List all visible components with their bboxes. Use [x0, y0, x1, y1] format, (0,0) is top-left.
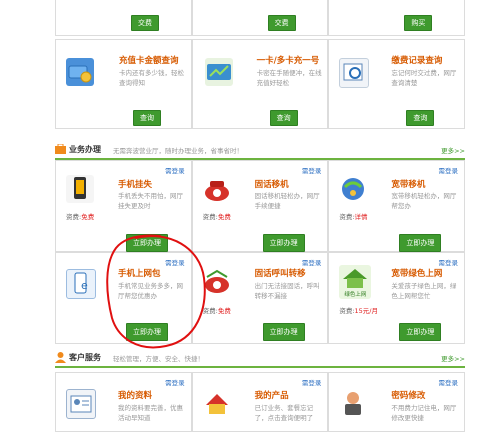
query-card-recharge: 一卡/多卡充一号 卡密在手随便冲，在线充值好轻松 查询 [191, 39, 329, 129]
section-subtitle: 无需奔波营业厅，随时办理业务，省事省时！ [113, 147, 243, 155]
my-products-icon [202, 389, 231, 417]
customer-cards-row: 需登录 我的资料 我的资料要完善，优惠活动早知道 需登录 我的产品 已订业务、套… [55, 372, 465, 432]
svg-text:e: e [81, 279, 88, 292]
customer-card-profile: 需登录 我的资料 我的资料要完善，优惠活动早知道 [55, 372, 192, 432]
need-login-label: 需登录 [301, 379, 322, 387]
card-title[interactable]: 固话移机 [255, 178, 289, 190]
query-cards-row: 充值卡金额查询 卡内还有多少钱，轻松查询得知 查询 一卡/多卡充一号 卡密在手随… [55, 39, 465, 129]
business-section-header: 业务办理 无需奔波营业厅，随时办理业务，省事省时！ 更多>> [55, 143, 465, 160]
landline-move-icon [202, 175, 231, 203]
top-card-3: 购买 [328, 0, 465, 36]
fee-value: 详情 [354, 213, 368, 221]
need-login-label: 需登录 [165, 379, 185, 387]
card-title[interactable]: 宽带绿色上网 [391, 267, 442, 279]
section-subtitle: 轻松管理，方便、安全、快捷！ [113, 355, 204, 363]
card-title[interactable]: 缴费记录查询 [391, 54, 442, 66]
briefcase-icon [55, 143, 66, 154]
card-title[interactable]: 固话呼叫转移 [255, 267, 306, 279]
customer-section-header: 客户服务 轻松管理，方便、安全、快捷！ 更多>> [55, 352, 465, 368]
phone-lost-icon [66, 175, 94, 203]
card-title[interactable]: 我的产品 [255, 389, 289, 401]
card-desc: 固话移机轻松办，网厅手续便捷 [254, 192, 320, 210]
fee-info: 资费:免费 [66, 211, 94, 221]
section-title: 客户服务 [69, 353, 101, 362]
fee-info: 资费:免费 [203, 211, 231, 221]
green-internet-icon: 绿色上网 [339, 265, 372, 299]
query-card-records: 缴费记录查询 忘记何时交过费，网厅查询清楚 查询 [328, 39, 465, 129]
green-internet-icon-text: 绿色上网 [344, 292, 367, 298]
card-desc: 宽带移机轻松办，网厅帮您办 [391, 192, 457, 210]
apply-now-button[interactable]: 立即办理 [399, 234, 442, 252]
card-desc: 卡内还有多少钱，轻松查询得知 [119, 69, 184, 87]
multi-card-recharge-icon [204, 58, 233, 86]
query-card-balance: 充值卡金额查询 卡内还有多少钱，轻松查询得知 查询 [55, 39, 192, 129]
section-divider [55, 366, 465, 368]
fee-value: 免费 [217, 213, 231, 221]
card-desc: 关爱孩子绿色上网，绿色上网帮您忙 [391, 282, 457, 300]
fee-value: 免费 [217, 307, 231, 315]
top-card-2: 交费 [191, 0, 329, 36]
pay-button-1[interactable]: 交费 [131, 15, 159, 31]
more-link[interactable]: 更多>> [441, 353, 465, 363]
card-desc: 我的资料要完善，优惠活动早知道 [118, 404, 183, 422]
card-title[interactable]: 宽带移机 [391, 178, 425, 190]
card-desc: 手机丢失不用怕，网厅挂失更及时 [118, 192, 183, 210]
need-login-label: 需登录 [438, 167, 459, 175]
business-card-landline-move: 需登录 固话移机 固话移机轻松办，网厅手续便捷 资费:免费 立即办理 [191, 160, 329, 252]
business-card-call-forward: 需登录 固话呼叫转移 出门无法接固话，呼叫转移不漏接 资费:免费 立即办理 [191, 252, 329, 344]
fee-info: 资费:15元/月 [339, 305, 378, 315]
apply-now-button[interactable]: 立即办理 [399, 323, 442, 341]
password-change-icon [339, 389, 368, 417]
top-cards-row: 交费 交费 购买 [55, 0, 465, 36]
top-card-1: 交费 [55, 0, 192, 36]
more-link[interactable]: 更多>> [441, 145, 465, 155]
query-button[interactable]: 查询 [406, 110, 435, 126]
card-title[interactable]: 密码修改 [391, 389, 425, 401]
fee-label: 资费: [66, 213, 82, 221]
apply-now-button[interactable]: 立即办理 [262, 323, 305, 341]
need-login-label: 需登录 [301, 259, 322, 267]
pay-button-2[interactable]: 交费 [267, 15, 296, 31]
card-desc: 忘记何时交过费，网厅查询清楚 [391, 69, 457, 87]
broadband-move-icon [339, 175, 368, 203]
card-desc: 已订业务、套餐忘记了，点击查询便明了 [254, 404, 314, 422]
need-login-label: 需登录 [438, 379, 459, 387]
card-title[interactable]: 一卡/多卡充一号 [257, 54, 320, 66]
card-desc: 卡密在手随便冲，在线充值好轻松 [256, 69, 322, 87]
person-icon [55, 352, 66, 363]
card-title[interactable]: 手机挂失 [118, 178, 152, 190]
card-title[interactable]: 我的资料 [118, 389, 152, 401]
need-login-label: 需登录 [301, 167, 322, 175]
fee-value: 15元/月 [354, 307, 378, 315]
card-balance-icon [66, 58, 94, 86]
mobile-data-icon: e [66, 269, 96, 299]
fee-info: 资费:详情 [339, 211, 367, 221]
apply-now-button[interactable]: 立即办理 [262, 234, 305, 252]
need-login-label: 需登录 [438, 259, 459, 267]
card-desc: 不用费力记住电，网厅修改更快捷 [391, 404, 457, 422]
card-title[interactable]: 充值卡金额查询 [119, 54, 179, 66]
fee-label: 资费: [339, 213, 355, 221]
customer-card-products: 需登录 我的产品 已订业务、套餐忘记了，点击查询便明了 [191, 372, 329, 432]
query-button[interactable]: 查询 [269, 110, 298, 126]
customer-card-password: 需登录 密码修改 不用费力记住电，网厅修改更快捷 [328, 372, 465, 432]
annotation-circle [106, 234, 206, 349]
my-profile-icon [66, 389, 96, 419]
fee-value: 免费 [81, 213, 95, 221]
business-card-broadband-move: 需登录 宽带移机 宽带移机轻松办，网厅帮您办 资费:详情 立即办理 [328, 160, 465, 252]
query-button[interactable]: 查询 [133, 110, 161, 126]
buy-button[interactable]: 购买 [404, 15, 433, 31]
business-card-green-internet: 需登录 绿色上网 宽带绿色上网 关爱孩子绿色上网，绿色上网帮您忙 资费:15元/… [328, 252, 465, 344]
fee-label: 资费: [202, 213, 218, 221]
payment-record-icon [339, 58, 370, 88]
fee-label: 资费: [339, 307, 355, 315]
need-login-label: 需登录 [165, 167, 185, 175]
section-title: 业务办理 [69, 145, 101, 154]
card-desc: 出门无法接固话，呼叫转移不漏接 [254, 282, 320, 300]
